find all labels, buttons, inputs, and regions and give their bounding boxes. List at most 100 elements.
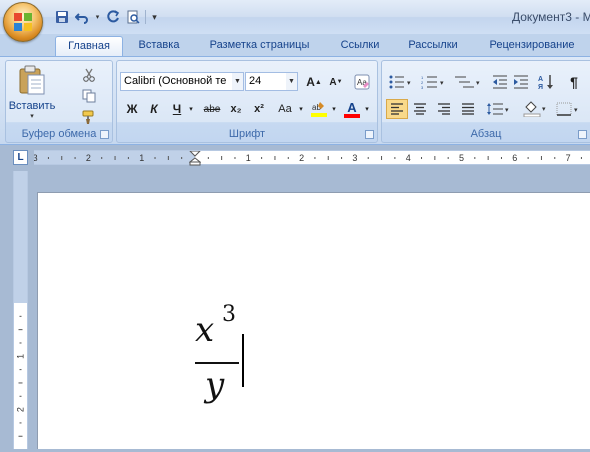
vertical-ruler-label: 2 — [16, 407, 26, 412]
italic-button[interactable]: К — [143, 99, 165, 119]
shading-bucket-icon: ▾ — [523, 101, 546, 117]
increase-indent-button[interactable] — [510, 72, 532, 92]
clipboard-group-label: Буфер обмена — [21, 128, 97, 140]
font-color-dropdown-icon[interactable]: ▾ — [363, 99, 371, 119]
align-center-button[interactable] — [409, 99, 431, 119]
undo-icon[interactable] — [74, 9, 90, 25]
numbering-icon: 123▾ — [421, 75, 444, 89]
document-title: Документ3 - M — [512, 10, 590, 24]
font-dialog-launcher[interactable] — [365, 130, 374, 139]
numerator-base: x — [195, 310, 215, 350]
paragraph-group-label: Абзац — [470, 128, 502, 140]
ruler-row: L 3 2 1 1 2 3 4 5 6 7 — [0, 146, 590, 169]
font-size-dropdown-icon[interactable]: ▼ — [286, 73, 297, 90]
decrease-indent-button[interactable] — [489, 72, 511, 92]
change-case-button[interactable]: Aa — [274, 99, 296, 119]
highlight-dropdown-icon[interactable]: ▾ — [330, 99, 338, 119]
highlighter-icon: ab — [311, 102, 327, 117]
title-bar: ▾ ▾ Документ3 - M — [0, 0, 590, 34]
tab-home[interactable]: Главная — [55, 36, 123, 56]
tab-references[interactable]: Ссылки — [331, 36, 389, 56]
tab-review[interactable]: Рецензирование — [476, 36, 588, 56]
multilevel-list-button[interactable]: ▾ — [452, 72, 484, 92]
justify-button[interactable] — [457, 99, 479, 119]
increase-indent-icon — [514, 75, 528, 89]
clipboard-group: Вставить ▾ Буфер обмена — [5, 60, 113, 143]
ruler-label: 5 — [459, 153, 464, 163]
align-left-button[interactable] — [386, 99, 408, 119]
redo-icon[interactable] — [105, 9, 121, 25]
font-name-dropdown-icon[interactable]: ▼ — [232, 73, 243, 90]
office-button[interactable] — [3, 2, 43, 42]
shading-button[interactable]: ▾ — [521, 99, 551, 119]
ruler-label: 2 — [86, 153, 91, 163]
bold-button[interactable]: Ж — [121, 99, 143, 119]
font-size-combo[interactable]: 24 ▼ — [245, 72, 298, 91]
svg-text:Я: Я — [538, 84, 543, 90]
svg-text:▾: ▾ — [574, 107, 578, 114]
document-page[interactable] — [37, 192, 590, 449]
cut-button[interactable] — [78, 65, 100, 85]
underline-dropdown-icon[interactable]: ▾ — [187, 99, 195, 119]
font-color-button[interactable]: A — [341, 99, 363, 119]
multilevel-list-icon: ▾ — [455, 76, 480, 88]
ruler-label: 6 — [512, 153, 517, 163]
font-name-value: Calibri (Основной те — [124, 75, 227, 87]
font-group-label: Шрифт — [228, 128, 266, 140]
justify-icon — [462, 103, 474, 115]
vertical-ruler[interactable]: 2112 — [13, 171, 28, 449]
align-right-button[interactable] — [433, 99, 455, 119]
highlight-button[interactable]: ab — [308, 99, 330, 119]
text-cursor — [242, 334, 244, 387]
office-logo-icon — [14, 13, 32, 31]
grow-font-button[interactable]: A ▲ — [303, 72, 325, 92]
tab-page-layout[interactable]: Разметка страницы — [197, 36, 322, 56]
borders-button[interactable]: ▾ — [554, 99, 584, 119]
change-case-dropdown-icon[interactable]: ▾ — [297, 99, 305, 119]
tab-mailings[interactable]: Рассылки — [398, 36, 468, 56]
paste-icon — [19, 65, 45, 95]
save-icon[interactable] — [54, 9, 70, 25]
decrease-indent-icon — [493, 75, 507, 89]
align-right-icon — [438, 103, 450, 115]
paste-dropdown-icon: ▾ — [30, 113, 34, 120]
font-name-combo[interactable]: Calibri (Основной те ▼ — [120, 72, 244, 91]
clear-formatting-button[interactable]: Aa — [351, 72, 373, 92]
line-spacing-button[interactable]: ▾ — [484, 99, 514, 119]
tab-selector-button[interactable]: L — [13, 150, 28, 165]
svg-text:▾: ▾ — [407, 80, 411, 87]
numbering-button[interactable]: 1 2 3 ▾ — [419, 72, 449, 92]
sort-icon: AЯ — [538, 75, 553, 90]
ruler-label: 3 — [34, 153, 38, 163]
indent-marker-icon[interactable] — [189, 151, 201, 166]
underline-button[interactable]: Ч — [166, 99, 188, 119]
ruler-ticks: 3 2 1 1 2 3 4 5 6 7 — [34, 153, 582, 163]
subscript-button[interactable]: x₂ — [225, 99, 247, 119]
strikethrough-button[interactable]: abe — [201, 99, 223, 119]
ruler-label: 1 — [139, 153, 144, 163]
ribbon: Вставить ▾ Буфер обмена Calibri (Основно… — [0, 56, 590, 145]
clipboard-dialog-launcher[interactable] — [100, 130, 109, 139]
sort-button[interactable]: AЯ — [535, 72, 557, 92]
show-marks-button[interactable]: ¶ — [563, 72, 585, 92]
superscript-button[interactable]: x² — [248, 99, 270, 119]
ruler-label: 4 — [406, 153, 411, 163]
copy-icon — [82, 89, 96, 103]
customize-qat-icon[interactable]: ▾ — [150, 9, 159, 25]
bullets-icon: ▾ — [389, 75, 411, 89]
fraction-equation[interactable]: x 3 y — [195, 302, 255, 417]
font-color-swatch — [344, 113, 360, 118]
undo-dropdown-icon[interactable]: ▾ — [94, 9, 101, 25]
bullets-button[interactable]: ▾ — [386, 72, 416, 92]
format-painter-button[interactable] — [78, 107, 100, 127]
paragraph-dialog-launcher[interactable] — [578, 130, 587, 139]
fraction-line — [195, 362, 239, 364]
tab-insert[interactable]: Вставка — [130, 36, 188, 56]
horizontal-ruler[interactable]: 3 2 1 1 2 3 4 5 6 7 — [34, 150, 590, 166]
copy-button[interactable] — [78, 86, 100, 106]
shrink-font-button[interactable]: A ▼ — [325, 72, 347, 92]
scissors-icon — [83, 68, 95, 82]
qat-separator — [145, 10, 146, 24]
print-preview-icon[interactable] — [125, 9, 141, 25]
paste-button[interactable]: Вставить ▾ — [9, 63, 55, 121]
